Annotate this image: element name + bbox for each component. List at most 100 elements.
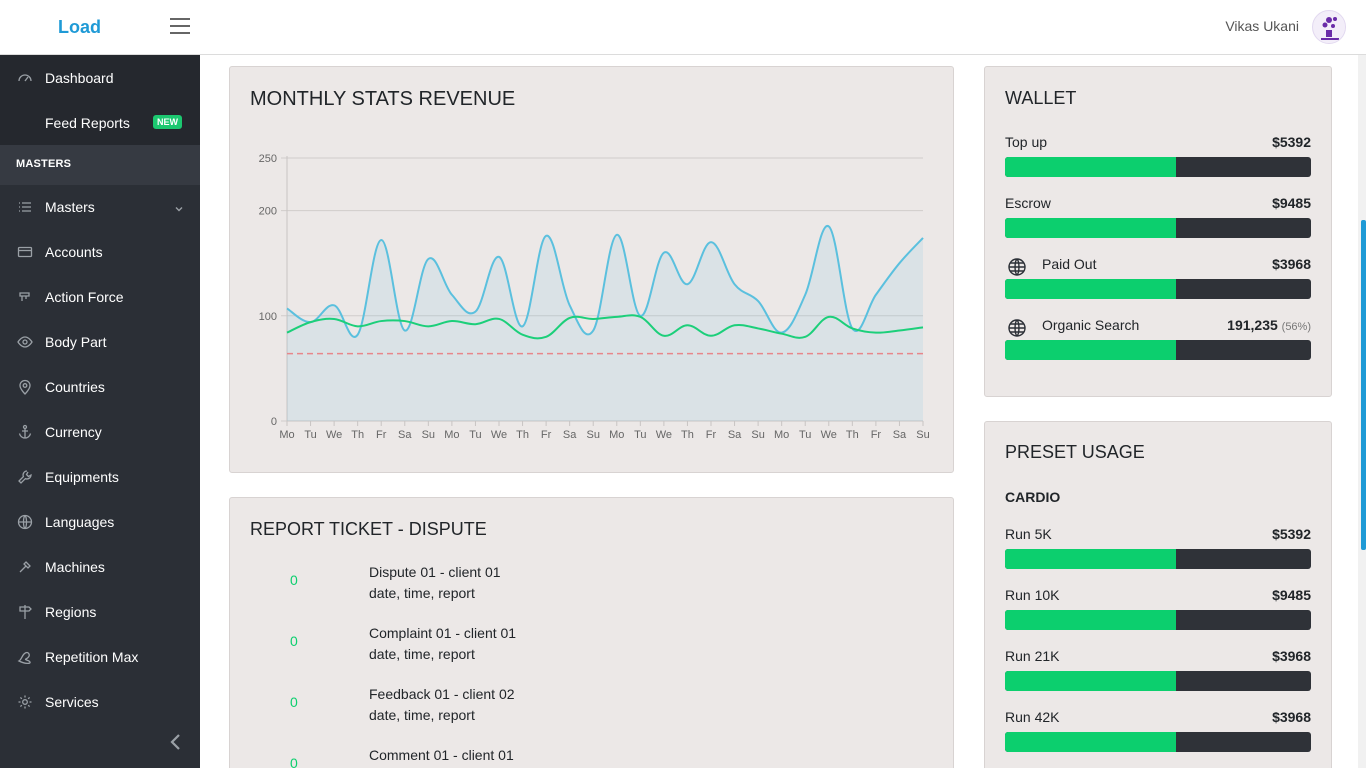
sidebar-item-action-force[interactable]: Action Force [0,274,200,319]
revenue-chart: 0 100 200 250 Mo Tu We Th Fr Sa Su Mo Tu We Th Fr Sa Su Mo… [259,153,930,441]
progress-percent: (56%) [1281,321,1311,333]
progress-bar-fill [1005,732,1177,752]
progress-label: Run 5K [1005,526,1052,542]
sidebar-item-machines[interactable]: Machines [0,544,200,589]
sidebar-item-currency[interactable]: Currency [0,409,200,454]
progress-value: $3968 [1272,709,1311,725]
ticket-list-item[interactable]: 0 Comment 01 - client 01 [230,747,950,768]
sidebar-item-services[interactable]: Services [0,679,200,724]
wrench-icon [17,469,33,485]
progress-bar [1005,671,1311,691]
y-tick-label: 100 [259,311,277,323]
sidebar-item-body-part[interactable]: Body Part [0,319,200,364]
monthly-revenue-card: MONTHLY STATS REVENUE 0 100 200 250 Mo Tu We Th… [229,66,954,473]
progress-value: $3968 [1272,256,1311,272]
x-tick-label: Th [516,429,529,441]
user-name[interactable]: Vikas Ukani [1225,18,1299,34]
x-tick-label: Tu [634,429,646,441]
sidebar-item-languages[interactable]: Languages [0,499,200,544]
sidebar-item-repetition-max[interactable]: Repetition Max [0,634,200,679]
x-tick-label: Mo [279,429,294,441]
x-tick-label: We [326,429,342,441]
tool-icon [17,559,33,575]
x-tick-label: Tu [469,429,481,441]
progress-bar-fill [1005,157,1177,177]
ticket-title: Feedback 01 - client 02 [369,686,515,702]
anchor-icon [17,424,33,440]
x-tick-label: Sa [893,429,907,441]
progress-value: $5392 [1272,134,1311,150]
sidebar-item-label: Body Part [45,333,107,350]
card-title: REPORT TICKET - DISPUTE [250,519,487,539]
x-tick-label: Tu [304,429,316,441]
sidebar-item-feed-reports[interactable]: Feed Reports NEW [0,100,200,145]
ticket-list-item[interactable]: 0 Dispute 01 - client 01 date, time, repor… [230,564,950,614]
progress-bar [1005,218,1311,238]
progress-bar-fill [1005,340,1177,360]
progress-label: Run 10K [1005,587,1060,603]
ticket-title: Comment 01 - client 01 [369,747,514,763]
map-pin-icon [17,379,33,395]
collapse-sidebar-icon[interactable] [168,733,184,751]
chevron-down-icon[interactable] [174,201,184,217]
top-navbar: Load Vikas Ukani [0,0,1366,55]
progress-label: Paid Out [1042,256,1097,272]
ticket-details: date, time, report [369,707,475,723]
gear-icon [17,694,33,710]
x-tick-label: Fr [706,429,717,441]
sidebar-item-label: Countries [45,378,105,395]
sidebar-item-label: Accounts [45,243,103,260]
progress-bar-fill [1005,610,1177,630]
progress-row-escrow: Escrow $9485 [1005,195,1311,239]
x-tick-label: We [821,429,837,441]
ticket-details: date, time, report [369,585,475,601]
progress-bar-fill [1005,549,1177,569]
x-tick-label: Mo [609,429,624,441]
progress-bar [1005,549,1311,569]
ticket-list-item[interactable]: 0 Complaint 01 - client 01 date, time, rep… [230,625,950,675]
x-tick-label: Tu [799,429,811,441]
sidebar-item-label: Repetition Max [45,648,139,665]
credit-card-icon [17,244,33,260]
progress-bar [1005,157,1311,177]
x-tick-label: Mo [774,429,789,441]
sidebar-item-accounts[interactable]: Accounts [0,229,200,274]
gauge-icon [17,70,33,86]
scrollbar-thumb[interactable] [1361,220,1366,550]
sidebar-item-regions[interactable]: Regions [0,589,200,634]
sidebar-item-countries[interactable]: Countries [0,364,200,409]
sidebar-item-masters[interactable]: Masters [0,184,200,229]
preset-usage-card: PRESET USAGE CARDIO Run 5K $5392 Run 10K $9… [984,421,1332,768]
avatar[interactable] [1312,10,1346,44]
muscle-icon [17,649,33,665]
progress-bar [1005,610,1311,630]
sidebar-item-label: Regions [45,603,97,620]
x-tick-label: Th [351,429,364,441]
progress-row-run-21k: Run 21K $3968 [1005,648,1311,692]
sidebar-item-label: Services [45,693,99,710]
progress-row-top-up: Top up $5392 [1005,134,1311,178]
progress-row-run-5k: Run 5K $5392 [1005,526,1311,570]
ticket-list-item[interactable]: 0 Feedback 01 - client 02 date, time, repo… [230,686,950,736]
brand-logo[interactable]: Load [58,17,101,38]
progress-label: Top up [1005,134,1048,150]
ticket-count: 0 [290,755,298,768]
x-tick-label: Th [681,429,694,441]
globe-icon [1007,257,1027,277]
sidebar-item-equipments[interactable]: Equipments [0,454,200,499]
sidebar-item-dashboard[interactable]: Dashboard [0,55,200,100]
series-area-0 [287,225,923,421]
progress-value: $3968 [1272,648,1311,664]
progress-bar [1005,340,1311,360]
progress-amount: $9485 [1272,195,1311,211]
section-subtitle: CARDIO [1005,489,1061,505]
x-tick-label: Fr [376,429,387,441]
ticket-title: Dispute 01 - client 01 [369,564,501,580]
progress-bar-fill [1005,279,1177,299]
menu-toggle-icon[interactable] [170,18,190,36]
progress-row-paid-out: Paid Out $3968 [1005,256,1311,300]
progress-row-organic-search: Organic Search 191,235 (56%) [1005,317,1311,361]
y-tick-label: 0 [271,416,277,428]
progress-bar-fill [1005,671,1177,691]
ticket-count: 0 [290,572,298,588]
